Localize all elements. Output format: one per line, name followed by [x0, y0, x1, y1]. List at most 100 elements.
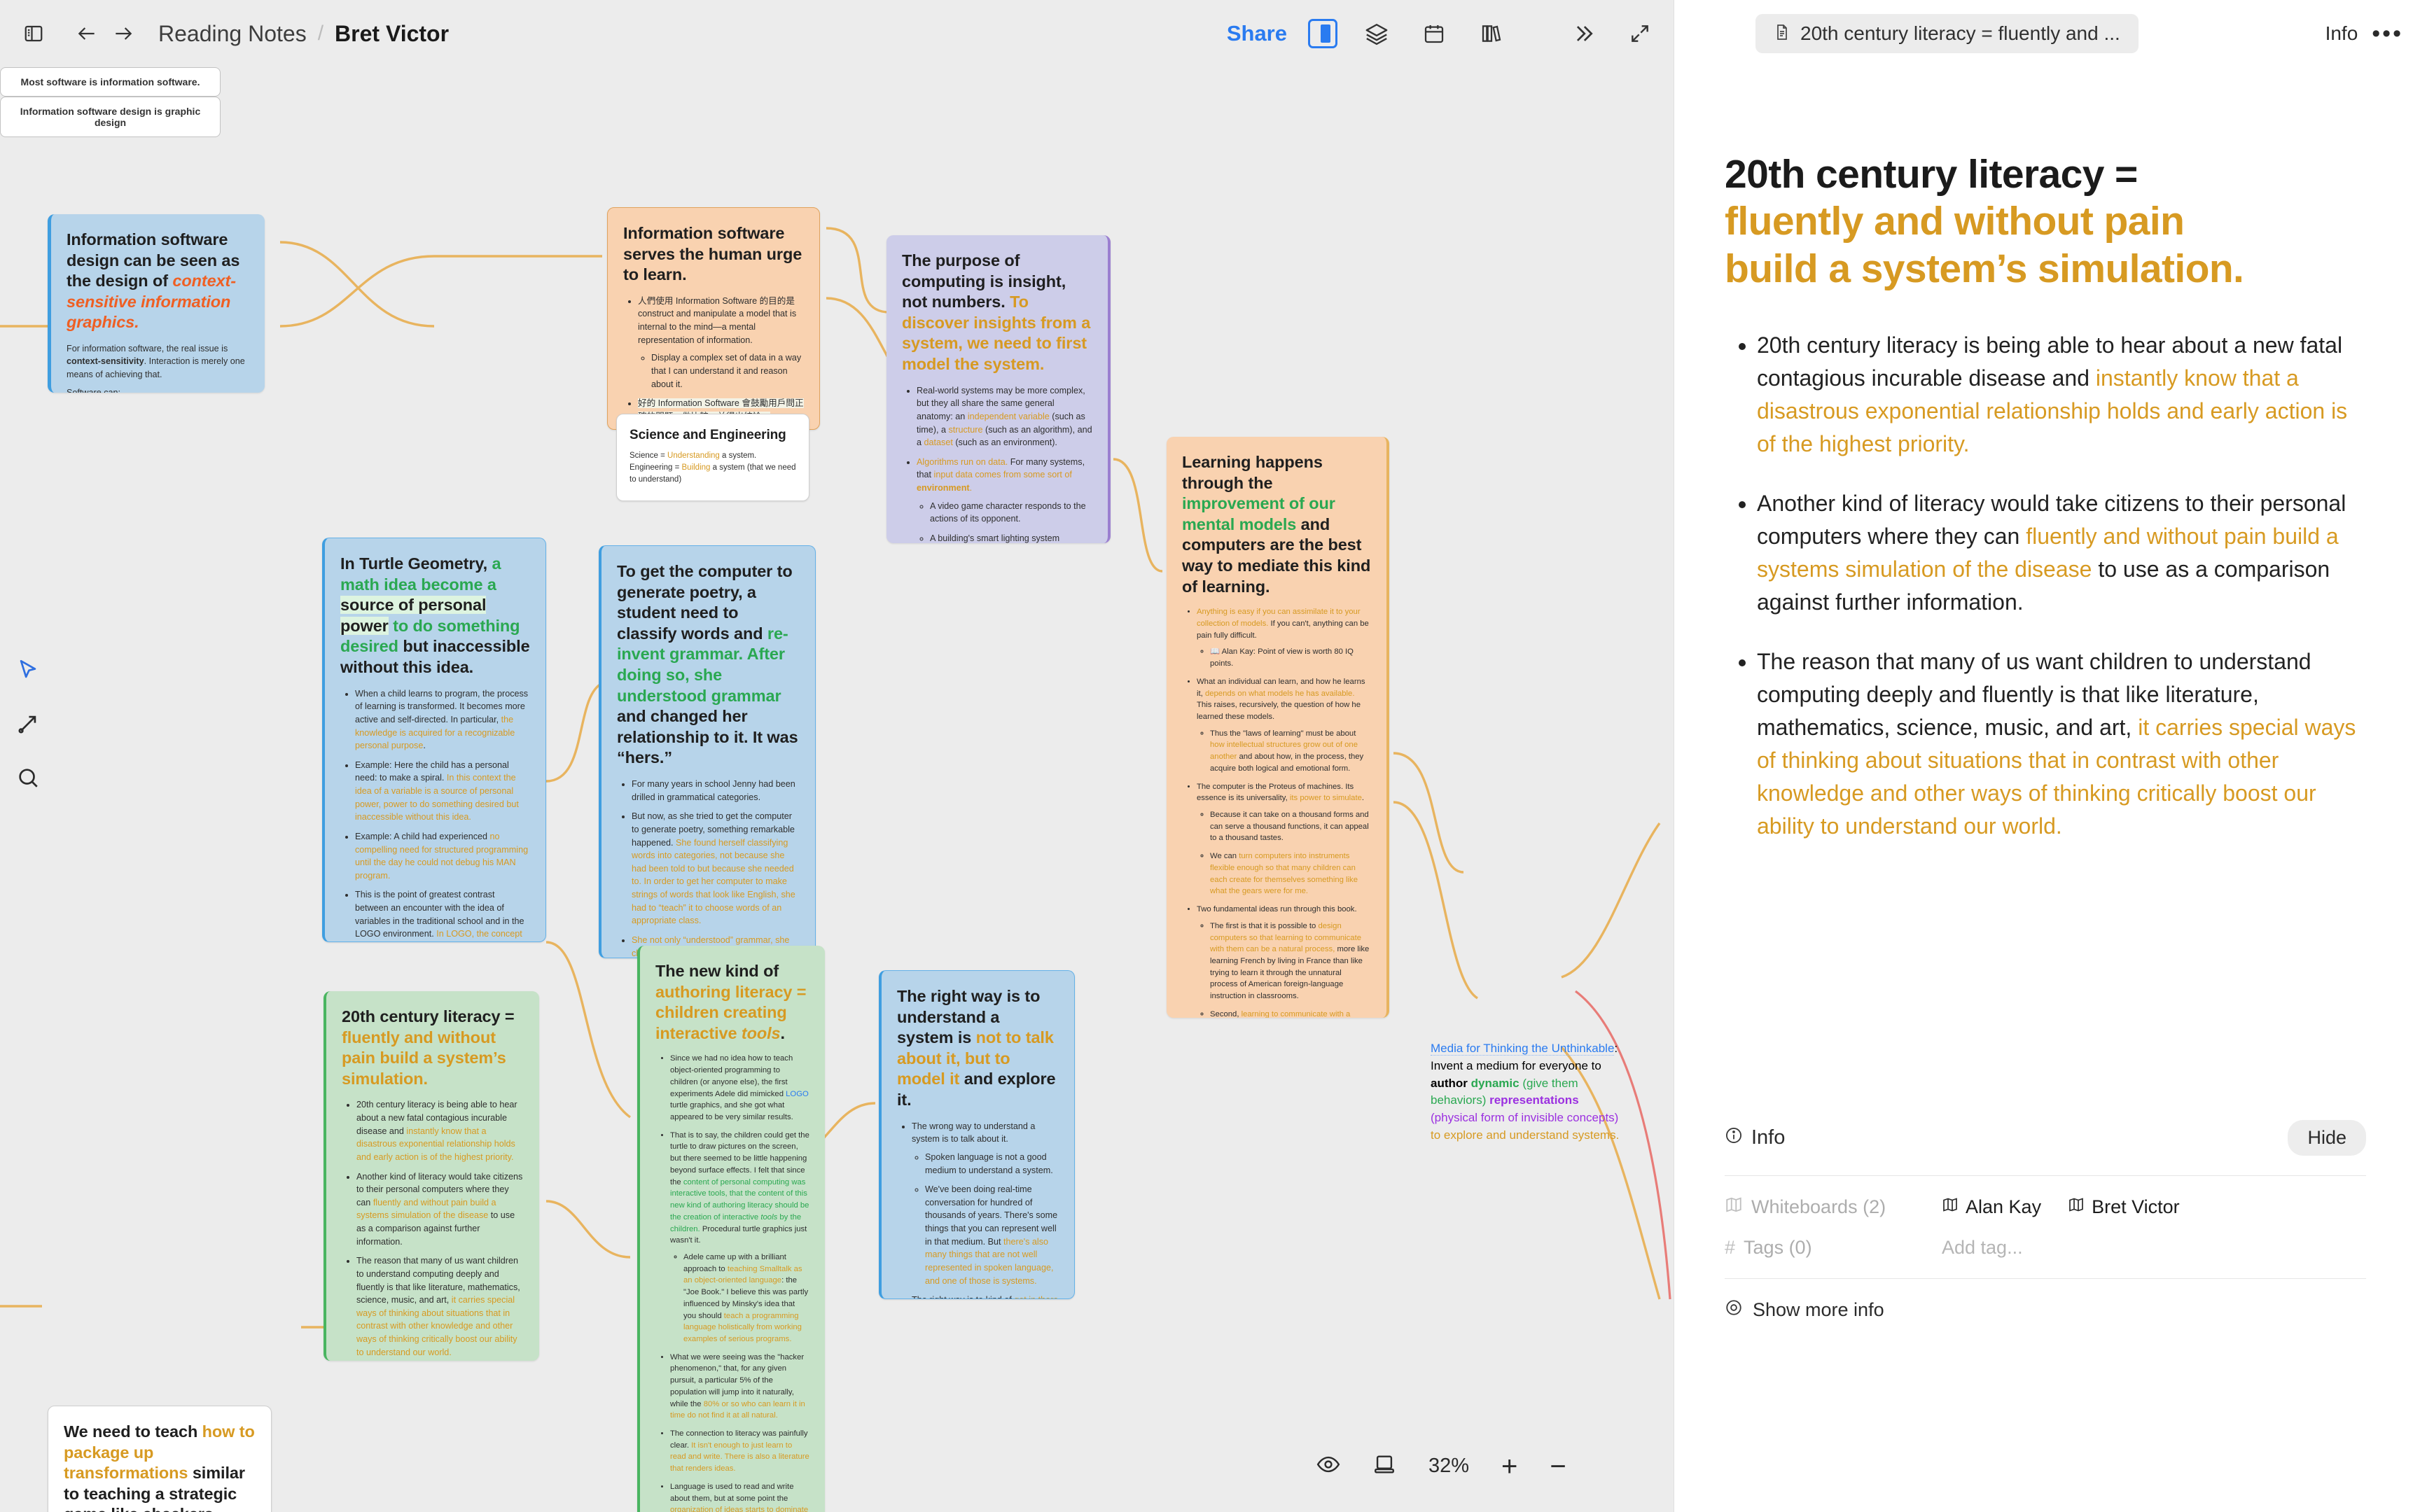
breadcrumb: Reading Notes / Bret Victor — [158, 21, 449, 47]
divider — [1725, 1278, 2366, 1279]
tags-label-group: # Tags (0) — [1725, 1237, 1942, 1259]
zoom-out-button[interactable]: − — [1550, 1452, 1566, 1480]
card-title: The right way is to understand a system … — [897, 987, 1056, 1110]
list-item: 人們使用 Information Software 的目的是 construct… — [638, 295, 804, 391]
library-icon[interactable] — [1473, 15, 1510, 52]
list-item: A video game character responds to the a… — [930, 500, 1092, 526]
document-header: 20th century literacy = fluently and ...… — [1674, 0, 2420, 67]
whiteboards-label-group: Whiteboards (2) — [1725, 1196, 1942, 1219]
add-tag-input[interactable]: Add tag... — [1942, 1237, 2023, 1259]
list-item: Example: Here the child has a personal n… — [355, 759, 530, 824]
breadcrumb-root[interactable]: Reading Notes — [158, 21, 307, 47]
card-20th-century-literacy[interactable]: 20th century literacy = fluently and wit… — [324, 991, 539, 1361]
document-bullets: 20th century literacy is being able to h… — [1725, 329, 2370, 843]
info-button[interactable]: Info — [2325, 22, 2358, 45]
card-purpose-of-computing[interactable]: The purpose of computing is insight, not… — [886, 235, 1111, 543]
list-item: 20th century literacy is being able to h… — [356, 1098, 524, 1163]
list-item: Two fundamental ideas run through this b… — [1197, 904, 1371, 1018]
document-tab[interactable]: 20th century literacy = fluently and ... — [1755, 14, 2139, 53]
info-heading-text: Info — [1751, 1126, 1786, 1149]
card-package-transformations[interactable]: We need to teach how to package up trans… — [48, 1406, 272, 1512]
chevron-double-right-icon[interactable] — [1564, 15, 1601, 52]
card-learning-happens[interactable]: Learning happens through the improvement… — [1167, 437, 1389, 1018]
list-item: We've been doing real-time conversation … — [925, 1183, 1059, 1287]
list-item: The right way is to kind of get in there… — [912, 1294, 1059, 1298]
doc-title-line2: fluently and without pain — [1725, 199, 2185, 244]
card-generate-poetry[interactable]: To get the computer to generate poetry, … — [599, 545, 816, 958]
card-bullets: 人們使用 Information Software 的目的是 construct… — [623, 295, 804, 429]
list-item: When a child learns to program, the proc… — [355, 687, 530, 752]
card-bullets: Anything is easy if you can assimilate i… — [1182, 606, 1371, 1018]
tags-row: # Tags (0) Add tag... — [1725, 1237, 2366, 1259]
zoom-toolbar: 32% + − — [1316, 1452, 1566, 1480]
show-more-label: Show more info — [1753, 1299, 1884, 1320]
whiteboard-name: Bret Victor — [2092, 1196, 2180, 1217]
whiteboard-chip-alan-kay[interactable]: Alan Kay — [1942, 1196, 2041, 1218]
list-item: The computer is the Proteus of machines.… — [1197, 781, 1371, 897]
forward-icon[interactable] — [105, 15, 141, 52]
list-item: A building's smart lighting system respo… — [930, 532, 1092, 543]
calendar-icon[interactable] — [1416, 15, 1452, 52]
breadcrumb-separator: / — [317, 22, 324, 45]
whiteboard-pane: Reading Notes / Bret Victor Share Most s… — [0, 0, 1674, 1512]
list-item: But now, as she tried to get the compute… — [632, 810, 800, 927]
card-title: The purpose of computing is insight, not… — [902, 251, 1091, 374]
list-item: Because it can take on a thousand forms … — [1210, 809, 1371, 844]
app-root: Reading Notes / Bret Victor Share Most s… — [0, 0, 2420, 1512]
list-item: That is to say, the children could get t… — [670, 1130, 809, 1345]
free-text-line1: Invent a medium for everyone to — [1431, 1058, 1601, 1072]
list-item: Example: A child had experienced no comp… — [355, 830, 530, 883]
layers-icon[interactable] — [1358, 15, 1395, 52]
list-item: 20th century literacy is being able to h… — [1757, 329, 2370, 461]
card-bullets: Real-world systems may be more complex, … — [902, 384, 1092, 543]
free-text-node[interactable]: Media for Thinking the Unthinkable: Inve… — [1431, 1040, 1620, 1144]
expand-icon[interactable] — [1622, 15, 1658, 52]
card-title: The new kind of authoring literacy = chi… — [655, 962, 807, 1042]
eye-icon[interactable] — [1316, 1452, 1340, 1480]
card-info-software-serves[interactable]: Information software serves the human ur… — [607, 207, 820, 430]
breadcrumb-current[interactable]: Bret Victor — [335, 21, 449, 47]
share-button[interactable]: Share — [1227, 21, 1287, 46]
card-paragraph: Software can: — [67, 386, 249, 393]
card-title: In Turtle Geometry, a math idea become a… — [340, 554, 530, 677]
list-item: Since we had no idea how to teach object… — [670, 1053, 809, 1123]
list-item: What we were seeing was the "hacker phen… — [670, 1352, 809, 1422]
card-line: Science = Understanding a system. — [630, 451, 757, 460]
divider — [1725, 1175, 2366, 1176]
card-science-engineering[interactable]: Science and Engineering Science = Unders… — [616, 414, 809, 501]
card-turtle-geometry[interactable]: In Turtle Geometry, a math idea become a… — [322, 538, 546, 942]
card-info-software-design[interactable]: Information software design can be seen … — [48, 214, 265, 393]
card-title: Science and Engineering — [630, 428, 786, 442]
hide-button[interactable]: Hide — [2288, 1120, 2366, 1156]
document-tab-title: 20th century literacy = fluently and ... — [1800, 22, 2120, 44]
list-item: The reason that many of us want children… — [1757, 645, 2370, 843]
sidebar-toggle-icon[interactable] — [15, 15, 52, 52]
present-icon[interactable] — [1372, 1452, 1396, 1480]
target-icon — [1725, 1298, 1743, 1322]
list-item: For many years in school Jenny had been … — [632, 778, 800, 804]
whiteboard-canvas[interactable]: Most software is information software. I… — [0, 67, 1674, 1512]
card-right-way-understand[interactable]: The right way is to understand a system … — [879, 970, 1075, 1299]
hash-icon: # — [1725, 1237, 1736, 1258]
show-more-info-button[interactable]: Show more info — [1725, 1298, 2366, 1322]
card-authoring-literacy[interactable]: The new kind of authoring literacy = chi… — [637, 946, 825, 1512]
list-item: The first is that it is possible to desi… — [1210, 920, 1371, 1002]
free-text-link[interactable]: Media for Thinking the Unthinkable — [1431, 1042, 1615, 1056]
info-header: Info Hide — [1725, 1120, 2366, 1156]
document-pane: 20th century literacy = fluently and ...… — [1674, 0, 2420, 1512]
tags-label: Tags (0) — [1744, 1237, 1812, 1258]
more-icon[interactable]: ••• — [2372, 21, 2403, 46]
card-bullets: The wrong way to understand a system is … — [897, 1120, 1059, 1298]
card-title: Information software serves the human ur… — [623, 224, 802, 284]
zoom-in-button[interactable]: + — [1501, 1452, 1517, 1480]
document-icon — [1774, 24, 1790, 44]
list-item: Algorithms run on data. For many systems… — [917, 456, 1092, 543]
free-text-author: author — [1431, 1076, 1468, 1090]
panel-right-icon[interactable] — [1308, 19, 1337, 48]
card-bullets: Since we had no idea how to teach object… — [655, 1053, 809, 1512]
back-icon[interactable] — [69, 15, 105, 52]
card-paragraph: For information software, the real issue… — [67, 344, 245, 379]
list-item: Language is used to read and write about… — [670, 1481, 809, 1512]
whiteboard-chip-bret-victor[interactable]: Bret Victor — [2068, 1196, 2180, 1218]
list-item: The reason that many of us want children… — [356, 1254, 524, 1359]
